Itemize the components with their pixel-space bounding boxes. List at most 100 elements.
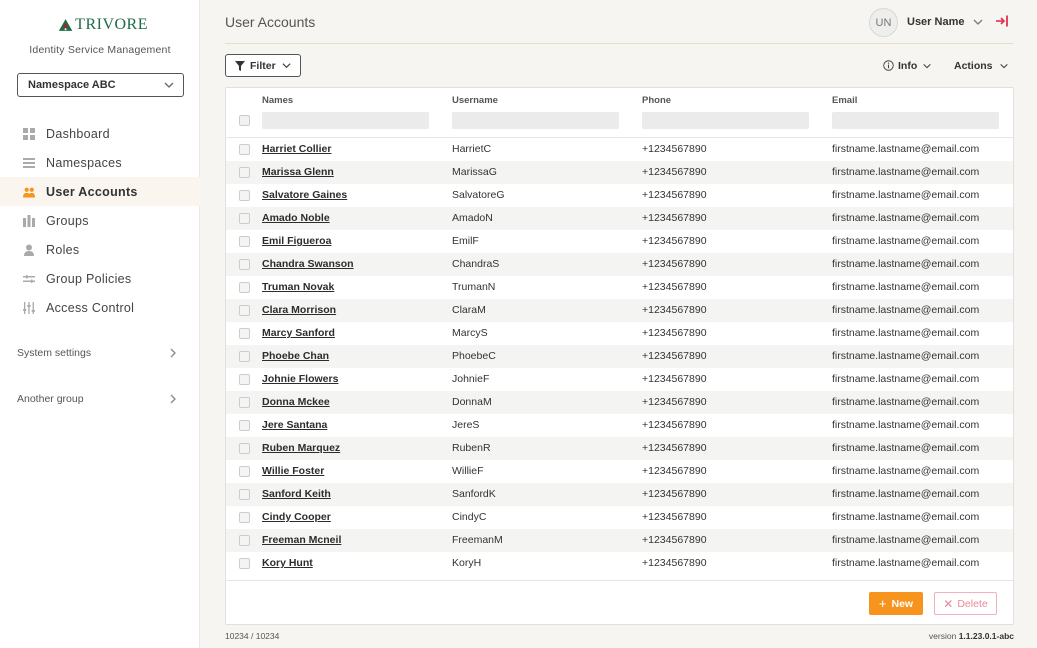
table-row[interactable]: Cindy Cooper CindyC +1234567890 firstname.l… xyxy=(226,506,1013,529)
user-name-link[interactable]: Jere Santana xyxy=(262,419,327,431)
table-row[interactable]: Amado Noble AmadoN +1234567890 firstname.la… xyxy=(226,207,1013,230)
sidebar-item-dashboard[interactable]: Dashboard xyxy=(0,119,200,148)
user-name-link[interactable]: Willie Foster xyxy=(262,465,324,477)
column-header-email[interactable]: Email xyxy=(832,95,857,106)
email-cell: firstname.lastname@email.com xyxy=(832,465,980,477)
username-filter-input[interactable] xyxy=(452,112,619,129)
delete-button[interactable]: ✕ Delete xyxy=(934,592,997,615)
user-menu-name[interactable]: User Name xyxy=(907,16,964,28)
table-row[interactable]: Clara Morrison ClaraM +1234567890 firstname… xyxy=(226,299,1013,322)
phone-cell: +1234567890 xyxy=(642,212,707,224)
username-cell: ChandraS xyxy=(452,258,500,270)
table-row[interactable]: Emil Figueroa EmilF +1234567890 firstname.l… xyxy=(226,230,1013,253)
username-cell: TrumanN xyxy=(452,281,496,293)
phone-cell: +1234567890 xyxy=(642,419,707,431)
row-checkbox[interactable] xyxy=(239,213,250,224)
table-row[interactable]: Ruben Marquez RubenR +1234567890 firstname.… xyxy=(226,437,1013,460)
user-name-link[interactable]: Sanford Keith xyxy=(262,488,331,500)
table-row[interactable]: Sanford Keith SanfordK +1234567890 firstnam… xyxy=(226,483,1013,506)
table-row[interactable]: Freeman Mcneil FreemanM +1234567890 firstna… xyxy=(226,529,1013,552)
nav-group-system-settings[interactable]: System settings xyxy=(17,344,182,362)
row-checkbox[interactable] xyxy=(239,236,250,247)
row-checkbox[interactable] xyxy=(239,351,250,362)
table-row[interactable]: Harriet Collier HarrietC +1234567890 firstn… xyxy=(226,138,1013,161)
new-button[interactable]: + New xyxy=(869,592,923,615)
column-header-phone[interactable]: Phone xyxy=(642,95,671,106)
row-checkbox[interactable] xyxy=(239,259,250,270)
phone-filter-input[interactable] xyxy=(642,112,809,129)
sidebar-item-group-policies[interactable]: Group Policies xyxy=(0,264,200,293)
table-row[interactable]: Marcy Sanford MarcyS +1234567890 firstname.… xyxy=(226,322,1013,345)
actions-button[interactable]: Actions xyxy=(954,58,1009,73)
phone-cell: +1234567890 xyxy=(642,557,707,569)
username-cell: SanfordK xyxy=(452,488,496,500)
user-name-link[interactable]: Cindy Cooper xyxy=(262,511,331,523)
table-row[interactable]: Marissa Glenn MarissaG +1234567890 firstnam… xyxy=(226,161,1013,184)
info-button[interactable]: Info xyxy=(883,58,932,73)
row-checkbox[interactable] xyxy=(239,558,250,569)
user-name-link[interactable]: Emil Figueroa xyxy=(262,235,331,247)
row-checkbox[interactable] xyxy=(239,167,250,178)
names-filter-input[interactable] xyxy=(262,112,429,129)
user-name-link[interactable]: Phoebe Chan xyxy=(262,350,329,362)
email-cell: firstname.lastname@email.com xyxy=(832,373,980,385)
avatar[interactable]: UN xyxy=(869,8,898,37)
table-row[interactable]: Johnie Flowers JohnieF +1234567890 firstnam… xyxy=(226,368,1013,391)
user-name-link[interactable]: Marissa Glenn xyxy=(262,166,334,178)
row-checkbox[interactable] xyxy=(239,374,250,385)
row-checkbox[interactable] xyxy=(239,489,250,500)
version-text: version 1.1.23.0.1-abc xyxy=(929,631,1014,641)
sidebar-item-namespaces[interactable]: Namespaces xyxy=(0,148,200,177)
row-checkbox[interactable] xyxy=(239,144,250,155)
phone-cell: +1234567890 xyxy=(642,281,707,293)
user-name-link[interactable]: Clara Morrison xyxy=(262,304,336,316)
row-checkbox[interactable] xyxy=(239,397,250,408)
row-checkbox[interactable] xyxy=(239,466,250,477)
username-cell: MarcyS xyxy=(452,327,488,339)
row-checkbox[interactable] xyxy=(239,305,250,316)
user-name-link[interactable]: Kory Hunt xyxy=(262,557,313,569)
user-name-link[interactable]: Freeman Mcneil xyxy=(262,534,341,546)
table-row[interactable]: Truman Novak TrumanN +1234567890 firstname.… xyxy=(226,276,1013,299)
sidebar-item-roles[interactable]: Roles xyxy=(0,235,200,264)
column-header-username[interactable]: Username xyxy=(452,95,498,106)
filter-button[interactable]: Filter xyxy=(225,54,301,77)
table-row[interactable]: Jere Santana JereS +1234567890 firstname.la… xyxy=(226,414,1013,437)
user-name-link[interactable]: Harriet Collier xyxy=(262,143,331,155)
user-name-link[interactable]: Ruben Marquez xyxy=(262,442,340,454)
sidebar-item-access-control[interactable]: Access Control xyxy=(0,293,200,322)
table-row[interactable]: Phoebe Chan PhoebeC +1234567890 firstname.l… xyxy=(226,345,1013,368)
namespace-select[interactable]: Namespace ABC xyxy=(17,73,184,97)
user-name-link[interactable]: Marcy Sanford xyxy=(262,327,335,339)
user-name-link[interactable]: Salvatore Gaines xyxy=(262,189,347,201)
select-all-checkbox[interactable] xyxy=(239,115,250,126)
row-checkbox[interactable] xyxy=(239,190,250,201)
trivore-logo[interactable]: TRIVORE xyxy=(58,14,148,36)
nav-group-another-group[interactable]: Another group xyxy=(17,390,182,408)
row-checkbox[interactable] xyxy=(239,328,250,339)
row-checkbox[interactable] xyxy=(239,443,250,454)
sidebar-item-user-accounts[interactable]: User Accounts xyxy=(0,177,200,206)
table-row[interactable]: Kory Hunt KoryH +1234567890 firstname.lastn… xyxy=(226,552,1013,575)
logout-icon[interactable] xyxy=(995,14,1009,28)
table-row[interactable]: Willie Foster WillieF +1234567890 firstname… xyxy=(226,460,1013,483)
username-cell: HarrietC xyxy=(452,143,492,155)
table-row[interactable]: Donna Mckee DonnaM +1234567890 firstname.la… xyxy=(226,391,1013,414)
user-name-link[interactable]: Chandra Swanson xyxy=(262,258,354,270)
email-cell: firstname.lastname@email.com xyxy=(832,189,980,201)
table-row[interactable]: Salvatore Gaines SalvatoreG +1234567890 fir… xyxy=(226,184,1013,207)
user-name-link[interactable]: Johnie Flowers xyxy=(262,373,338,385)
column-header-names[interactable]: Names xyxy=(262,95,293,106)
row-checkbox[interactable] xyxy=(239,512,250,523)
row-checkbox[interactable] xyxy=(239,420,250,431)
table-row[interactable]: Chandra Swanson ChandraS +1234567890 firstn… xyxy=(226,253,1013,276)
row-checkbox[interactable] xyxy=(239,535,250,546)
user-name-link[interactable]: Donna Mckee xyxy=(262,396,330,408)
email-filter-input[interactable] xyxy=(832,112,999,129)
phone-cell: +1234567890 xyxy=(642,511,707,523)
user-name-link[interactable]: Truman Novak xyxy=(262,281,334,293)
chevron-down-icon[interactable] xyxy=(972,16,984,28)
row-checkbox[interactable] xyxy=(239,282,250,293)
sidebar-item-groups[interactable]: Groups xyxy=(0,206,200,235)
user-name-link[interactable]: Amado Noble xyxy=(262,212,330,224)
